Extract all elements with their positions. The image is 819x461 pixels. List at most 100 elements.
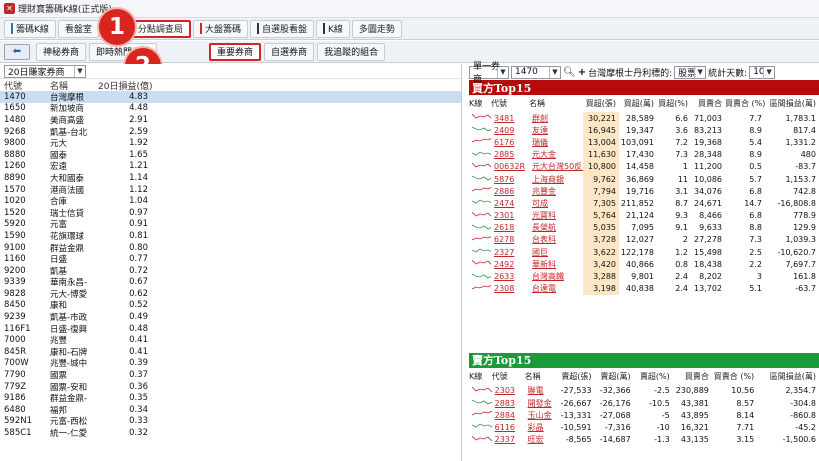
days-select[interactable]: 10 ▼ bbox=[749, 65, 776, 79]
buy-row[interactable]: 2474 可成 7,305 211,852 8.7 24,671 14.7 -16,808.8 bbox=[469, 197, 819, 210]
kline-mini-chart-icon[interactable] bbox=[472, 186, 491, 194]
ranking-filter-select[interactable]: 20日賺家券商 ▼ bbox=[4, 64, 86, 78]
kline-mini-chart-icon[interactable] bbox=[472, 410, 492, 418]
stock-name-link[interactable]: 光寶科 bbox=[529, 210, 583, 222]
ranking-row[interactable]: 1590 花旗環球 0.81 bbox=[0, 230, 461, 242]
main-tab-5[interactable]: 自選股看盤 bbox=[249, 19, 314, 38]
ranking-row[interactable]: 845R 康和-石牌 0.41 bbox=[0, 346, 461, 358]
stock-name-link[interactable]: 玉山金 bbox=[525, 409, 558, 421]
ranking-row[interactable]: 8890 大和國泰 1.14 bbox=[0, 172, 461, 184]
sell-row[interactable]: 2884 玉山金 -13,331 -27,068 -5 43,895 8.14 -860.8 bbox=[469, 409, 819, 421]
stock-code-link[interactable]: 2308 bbox=[491, 283, 529, 295]
ranking-row[interactable]: 700W 兆豐-城中 0.39 bbox=[0, 358, 461, 369]
stock-code-link[interactable]: 6116 bbox=[492, 421, 525, 433]
search-icon[interactable]: 🔍︎ bbox=[563, 67, 576, 78]
ranking-row[interactable]: 1020 合庫 1.04 bbox=[0, 195, 461, 207]
stock-type-select[interactable]: 股票 ▼ bbox=[674, 65, 707, 79]
stock-name-link[interactable]: 台表科 bbox=[529, 234, 583, 246]
stock-name-link[interactable]: 旺宏 bbox=[525, 434, 558, 446]
ranking-row[interactable]: 1160 日盛 0.77 bbox=[0, 253, 461, 265]
stock-code-link[interactable]: 2327 bbox=[491, 246, 529, 258]
ranking-row[interactable]: 1570 港商法國 1.12 bbox=[0, 184, 461, 196]
add-icon[interactable]: + bbox=[578, 67, 586, 78]
ranking-row[interactable]: 9800 元大 1.92 bbox=[0, 137, 461, 149]
buy-row[interactable]: 00632R 元大台灣50反1 10,800 14,458 1 11,200 0.5 -83.… bbox=[469, 160, 819, 173]
stock-code-link[interactable]: 3481 bbox=[491, 112, 529, 124]
stock-name-link[interactable]: 長榮航 bbox=[529, 222, 583, 234]
sell-row[interactable]: 2337 旺宏 -8,565 -14,687 -1.3 43,135 3.15 -1,500.… bbox=[469, 434, 819, 446]
buy-row[interactable]: 2409 友達 16,945 19,347 3.6 83,213 8.9 817.4 bbox=[469, 124, 819, 137]
buy-row[interactable]: 6176 瑞儀 13,004 103,091 7.2 19,368 5.4 1,331.2 bbox=[469, 136, 819, 149]
stock-name-link[interactable]: 瑞儀 bbox=[529, 136, 583, 148]
main-tab-0[interactable]: 籌碼K線 bbox=[4, 19, 56, 38]
buy-row[interactable]: 2885 元大金 11,630 17,430 7.3 28,348 8.9 480 bbox=[469, 148, 819, 161]
sub-tab-4[interactable]: 我追蹤的組合 bbox=[317, 42, 386, 61]
stock-code-link[interactable]: 2884 bbox=[492, 409, 525, 421]
buy-row[interactable]: 2633 台灣高鐵 3,288 9,801 2.4 8,202 3 161.8 bbox=[469, 270, 819, 283]
kline-mini-chart-icon[interactable] bbox=[472, 113, 491, 121]
stock-code-link[interactable]: 6176 bbox=[491, 136, 529, 148]
ranking-row[interactable]: 8880 國泰 1.65 bbox=[0, 149, 461, 161]
stock-code-link[interactable]: 2883 bbox=[492, 397, 525, 409]
ranking-row[interactable]: 5920 元富 0.91 bbox=[0, 219, 461, 230]
kline-mini-chart-icon[interactable] bbox=[472, 435, 492, 443]
stock-name-link[interactable]: 開發金 bbox=[525, 397, 558, 409]
buy-row[interactable]: 3481 群創 30,221 28,589 6.6 71,003 7.7 1,783.1 bbox=[469, 112, 819, 125]
stock-code-link[interactable]: 2492 bbox=[491, 258, 529, 270]
kline-mini-chart-icon[interactable] bbox=[472, 198, 491, 206]
stock-name-link[interactable]: 華新科 bbox=[529, 258, 583, 270]
buy-row[interactable]: 2301 光寶科 5,764 21,124 9.3 8,466 6.8 778.9 bbox=[469, 209, 819, 222]
kline-mini-chart-icon[interactable] bbox=[472, 162, 491, 170]
stock-code-link[interactable]: 5876 bbox=[491, 173, 529, 185]
ranking-row[interactable]: 9339 華南永昌- 0.67 bbox=[0, 277, 461, 288]
main-tab-6[interactable]: K線 bbox=[315, 19, 350, 38]
stock-code-link[interactable]: 2409 bbox=[491, 124, 529, 136]
kline-mini-chart-icon[interactable] bbox=[472, 211, 491, 219]
kline-mini-chart-icon[interactable] bbox=[472, 150, 491, 158]
buy-row[interactable]: 6278 台表科 3,728 12,027 2 27,278 7.3 1,039.3 bbox=[469, 233, 819, 247]
sub-tab-3[interactable]: 自選券商 bbox=[264, 42, 315, 61]
stock-code-link[interactable]: 2633 bbox=[491, 270, 529, 282]
ranking-row[interactable]: 1480 美商高盛 2.91 bbox=[0, 114, 461, 126]
buy-row[interactable]: 5876 上海商銀 9,762 36,869 11 10,086 5.7 1,153.7 bbox=[469, 172, 819, 186]
buy-row[interactable]: 2327 國巨 3,622 122,178 1.2 15,498 2.5 -10,620.7 bbox=[469, 246, 819, 259]
ranking-row[interactable]: 1260 宏遠 1.21 bbox=[0, 161, 461, 172]
sub-tab-2[interactable]: 重要券商 bbox=[209, 42, 262, 61]
sell-row[interactable]: 2303 聯電 -27,533 -32,366 -2.5 230,889 10.56 2,35… bbox=[469, 385, 819, 397]
kline-mini-chart-icon[interactable] bbox=[472, 422, 492, 430]
main-tab-7[interactable]: 多圖走勢 bbox=[351, 19, 402, 38]
buy-row[interactable]: 2618 長榮航 5,035 7,095 9.1 9,633 8.8 129.9 bbox=[469, 221, 819, 234]
kline-mini-chart-icon[interactable] bbox=[472, 174, 491, 182]
stock-code-link[interactable]: 2474 bbox=[491, 197, 529, 209]
mode-select[interactable]: 單一券商 ▼ bbox=[469, 62, 509, 85]
main-tab-4[interactable]: 大盤籌碼 bbox=[192, 19, 248, 38]
sub-tab-0[interactable]: 神秘券商 bbox=[36, 42, 87, 61]
ranking-row[interactable]: 9186 群益金鼎- 0.35 bbox=[0, 392, 461, 404]
kline-mini-chart-icon[interactable] bbox=[472, 398, 492, 406]
kline-mini-chart-icon[interactable] bbox=[472, 235, 491, 243]
buy-row[interactable]: 2308 台達電 3,198 40,838 2.4 13,702 5.1 -63.7 bbox=[469, 282, 819, 295]
ranking-row[interactable]: 9828 元大-博愛 0.62 bbox=[0, 288, 461, 300]
stock-code-link[interactable]: 2303 bbox=[492, 385, 525, 397]
kline-mini-chart-icon[interactable] bbox=[472, 386, 492, 394]
stock-name-link[interactable]: 兆豐金 bbox=[529, 185, 583, 197]
ranking-row[interactable]: 9268 凱基-台北 2.59 bbox=[0, 126, 461, 138]
ranking-row[interactable]: 8450 康和 0.52 bbox=[0, 300, 461, 311]
stock-code-link[interactable]: 6278 bbox=[491, 234, 529, 246]
buy-row[interactable]: 2492 華新科 3,420 40,866 0.8 18,438 2.2 7,697.7 bbox=[469, 258, 819, 271]
ranking-row[interactable]: 6480 福邦 0.34 bbox=[0, 404, 461, 416]
stock-code-link[interactable]: 2301 bbox=[491, 210, 529, 222]
stock-name-link[interactable]: 台灣高鐵 bbox=[529, 270, 583, 282]
stock-name-link[interactable]: 元大台灣50反1 bbox=[529, 161, 583, 173]
kline-mini-chart-icon[interactable] bbox=[472, 223, 491, 231]
kline-mini-chart-icon[interactable] bbox=[472, 259, 491, 267]
stock-name-link[interactable]: 友達 bbox=[529, 124, 583, 136]
ranking-row[interactable]: 116F1 日盛-復興 0.48 bbox=[0, 323, 461, 335]
broker-select[interactable]: 1470 ▼ bbox=[511, 65, 561, 79]
kline-mini-chart-icon[interactable] bbox=[472, 125, 491, 133]
stock-name-link[interactable]: 上海商銀 bbox=[529, 173, 583, 185]
stock-code-link[interactable]: 2885 bbox=[491, 149, 529, 161]
stock-code-link[interactable]: 00632R bbox=[491, 161, 529, 173]
ranking-row[interactable]: 7000 兆豐 0.41 bbox=[0, 334, 461, 346]
stock-name-link[interactable]: 國巨 bbox=[529, 246, 583, 258]
